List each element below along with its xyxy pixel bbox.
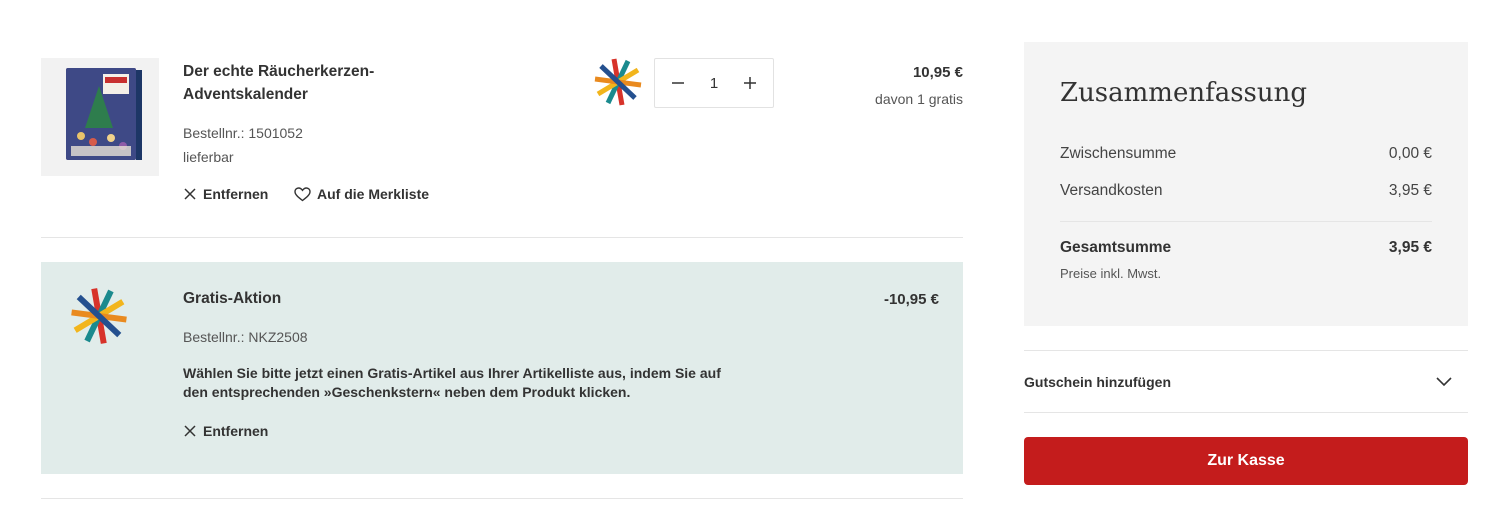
gift-star-icon	[68, 285, 130, 347]
chevron-down-icon	[1436, 377, 1452, 387]
summary-title: Zusammenfassung	[1060, 78, 1308, 108]
shipping-value: 3,95 €	[1388, 182, 1432, 199]
subtotal-value: 0,00 €	[1388, 145, 1432, 162]
promo-description: Wählen Sie bitte jetzt einen Gratis-Arti…	[183, 365, 721, 400]
divider	[1024, 412, 1468, 413]
subtotal-row: Zwischensumme 0,00 €	[1060, 145, 1432, 163]
total-label: Gesamtsumme	[1060, 239, 1172, 256]
subtotal-label: Zwischensumme	[1060, 145, 1177, 162]
item-price: 10,95 €	[912, 64, 963, 81]
remove-promo-label: Entfernen	[203, 423, 269, 439]
divider	[41, 237, 963, 238]
promo-title: Gratis-Aktion	[183, 290, 282, 307]
heart-icon	[294, 186, 311, 201]
tax-note: Preise inkl. Mwst.	[1060, 266, 1162, 281]
quantity-value[interactable]: 1	[710, 75, 718, 92]
minus-icon	[672, 82, 684, 84]
promo-price: -10,95 €	[883, 291, 939, 308]
total-value: 3,95 €	[1388, 239, 1432, 256]
promo-order-number: Bestellnr.: NKZ2508	[183, 329, 308, 345]
item-price-note: davon 1 gratis	[875, 91, 963, 107]
product-availability: lieferbar	[183, 149, 234, 165]
add-voucher-label: Gutschein hinzufügen	[1024, 374, 1171, 390]
product-title[interactable]: Der echte Räucherkerzen-Adventskalender	[183, 60, 443, 106]
add-to-wishlist-button[interactable]: Auf die Merkliste	[294, 186, 429, 202]
add-voucher-toggle[interactable]: Gutschein hinzufügen	[1024, 364, 1468, 400]
decrease-quantity-button[interactable]	[669, 74, 687, 92]
gift-star-icon[interactable]	[592, 56, 644, 108]
checkout-button[interactable]: Zur Kasse	[1024, 437, 1468, 485]
product-image[interactable]	[41, 58, 159, 176]
divider	[1024, 350, 1468, 351]
remove-promo-button[interactable]: Entfernen	[183, 423, 268, 439]
shipping-row: Versandkosten 3,95 €	[1060, 182, 1432, 200]
increase-quantity-button[interactable]	[741, 74, 759, 92]
plus-icon	[744, 77, 756, 89]
remove-item-label: Entfernen	[203, 186, 269, 202]
total-row: Gesamtsumme 3,95 €	[1060, 239, 1432, 257]
divider	[1060, 221, 1432, 222]
advent-calendar-product-image	[66, 68, 142, 160]
divider	[41, 498, 963, 499]
remove-item-button[interactable]: Entfernen	[183, 186, 268, 202]
quantity-stepper[interactable]: 1	[654, 58, 774, 108]
product-order-number: Bestellnr.: 1501052	[183, 125, 303, 141]
shipping-label: Versandkosten	[1060, 182, 1163, 199]
close-icon	[184, 425, 196, 437]
add-to-wishlist-label: Auf die Merkliste	[317, 186, 430, 202]
close-icon	[184, 188, 196, 200]
